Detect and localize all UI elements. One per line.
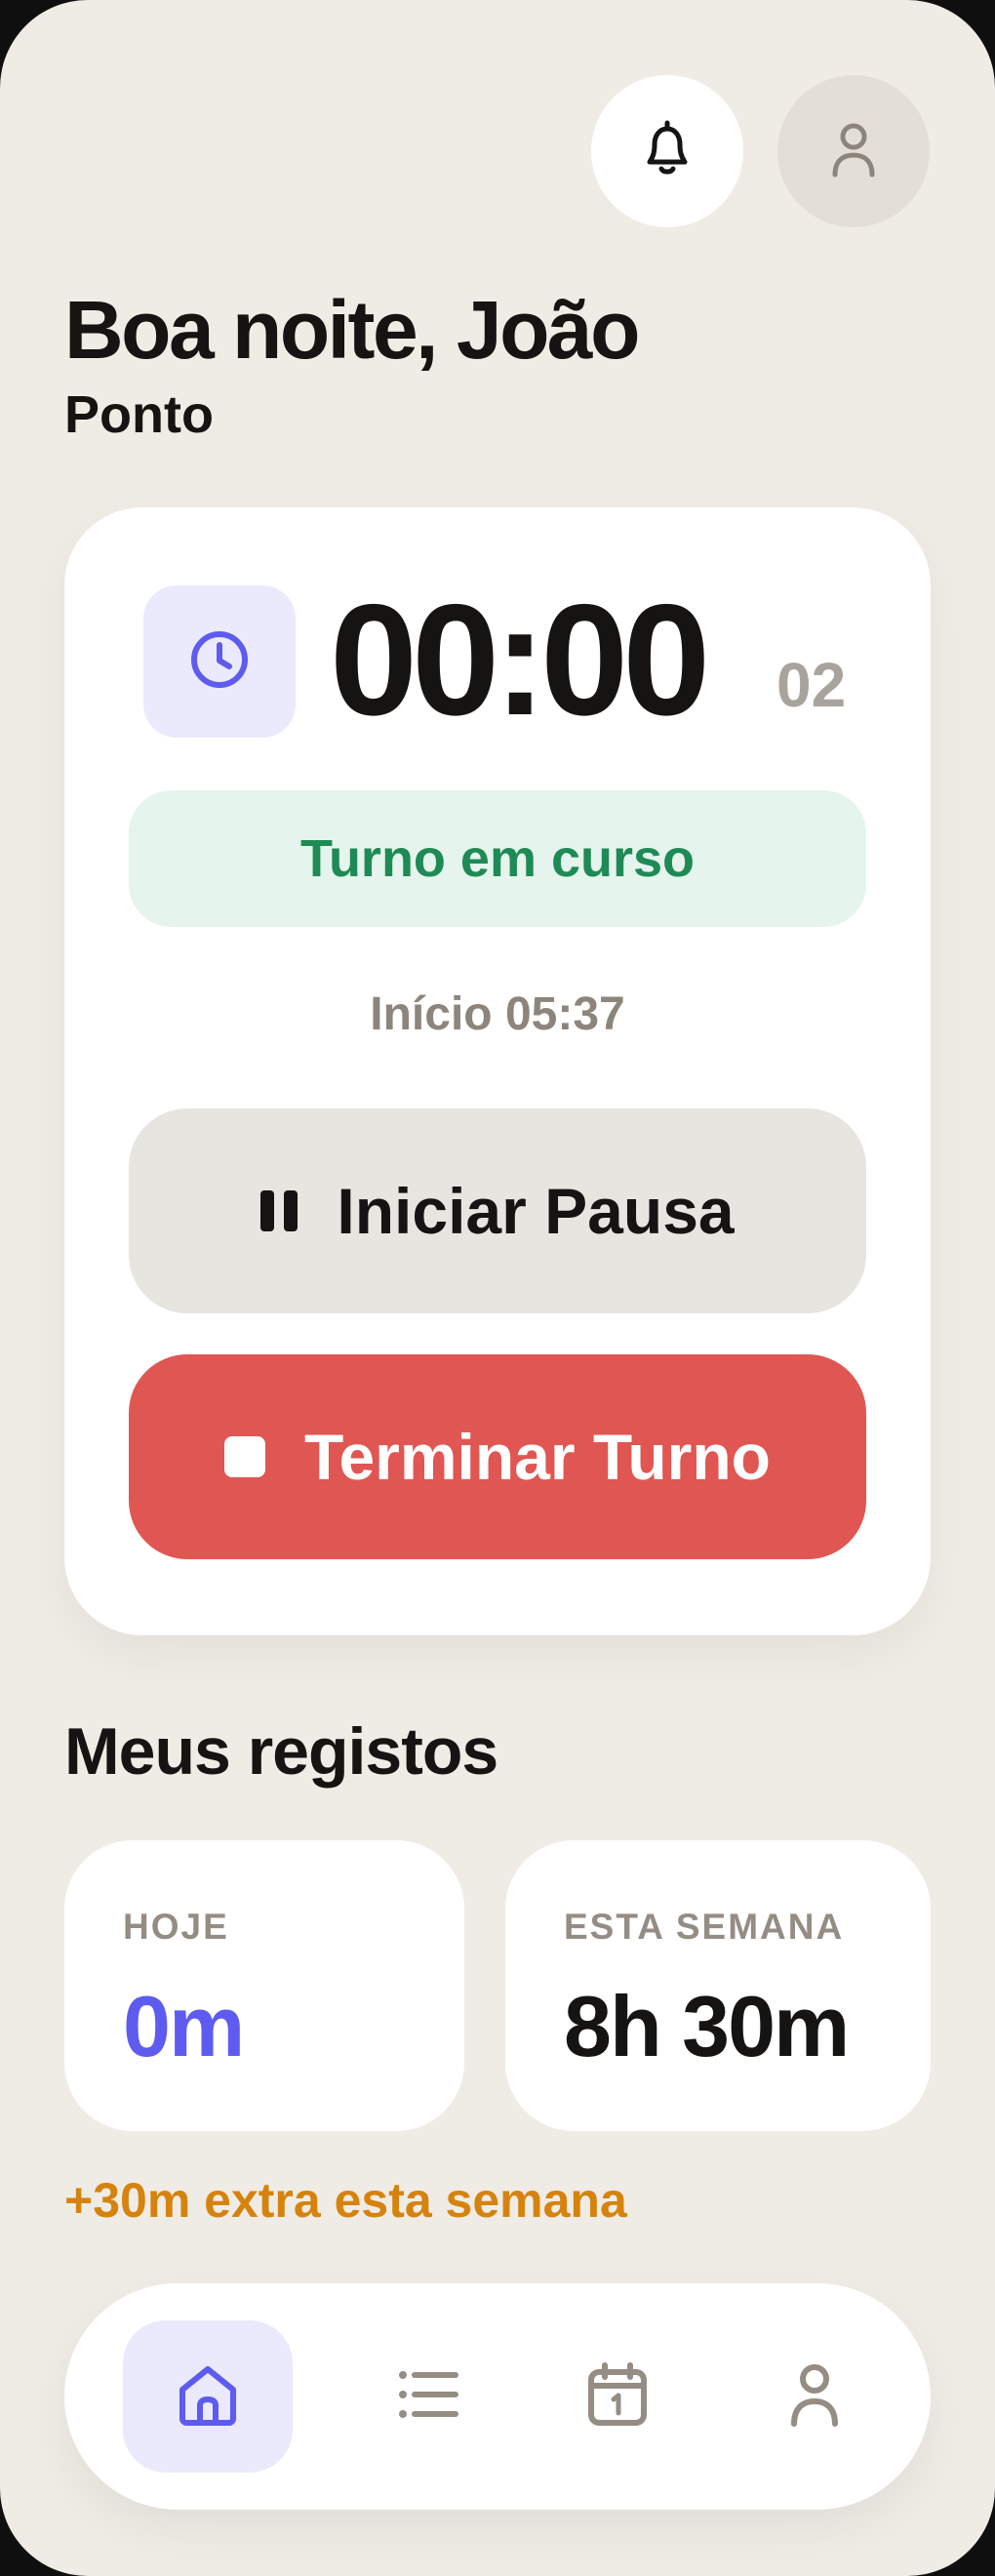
calendar-icon [587, 2361, 648, 2432]
phone-frame: Boa noite, João Ponto 00:00 02 Turno em … [0, 0, 995, 2576]
today-label: HOJE [123, 1907, 229, 1947]
home-icon [175, 2362, 241, 2432]
list-icon [397, 2368, 459, 2426]
records-title: Meus registos [64, 1714, 498, 1789]
app-screen: Boa noite, João Ponto 00:00 02 Turno em … [0, 0, 995, 2576]
clock-icon [187, 627, 252, 697]
end-shift-button[interactable]: Terminar Turno [129, 1354, 866, 1559]
profile-button[interactable] [777, 75, 930, 227]
stop-icon [224, 1436, 266, 1477]
status-badge: Turno em curso [129, 790, 866, 927]
start-pause-button[interactable]: Iniciar Pausa [129, 1108, 866, 1313]
week-value: 8h 30m [564, 1978, 850, 2074]
bottom-nav [64, 2283, 931, 2510]
start-pause-label: Iniciar Pausa [337, 1175, 735, 1247]
shift-card: 00:00 02 Turno em curso Início 05:37 Ini… [64, 507, 931, 1635]
nav-list[interactable] [343, 2320, 513, 2473]
nav-calendar[interactable] [533, 2320, 702, 2473]
page-title: Boa noite, João [64, 284, 640, 376]
shift-start-time: Início 05:37 [370, 988, 625, 1040]
end-shift-label: Terminar Turno [304, 1421, 771, 1493]
user-icon [829, 120, 878, 183]
today-stat-card: HOJE 0m [64, 1840, 464, 2131]
timer-seconds: 02 [776, 650, 847, 720]
nav-profile[interactable] [730, 2320, 899, 2473]
week-label: ESTA SEMANA [564, 1907, 845, 1947]
page-subtitle: Ponto [64, 385, 214, 444]
nav-home[interactable] [123, 2320, 293, 2473]
notifications-button[interactable] [591, 75, 743, 227]
user-icon [789, 2362, 840, 2432]
clock-badge [143, 585, 296, 738]
pause-icon [260, 1190, 298, 1231]
bell-icon [638, 119, 696, 184]
extra-hours-note: +30m extra esta semana [64, 2173, 627, 2228]
today-value: 0m [123, 1978, 245, 2074]
timer-display: 00:00 [330, 572, 710, 748]
week-stat-card: ESTA SEMANA 8h 30m [505, 1840, 931, 2131]
